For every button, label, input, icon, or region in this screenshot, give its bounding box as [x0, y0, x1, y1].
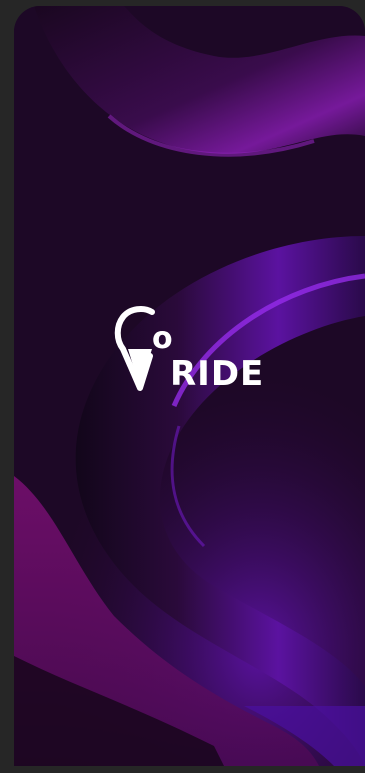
goride-logo: o RIDE: [114, 304, 274, 396]
logo-letter-o: o: [152, 321, 173, 356]
splash-screen: o RIDE: [14, 6, 365, 766]
logo-word-ride: RIDE: [170, 354, 265, 394]
page-background: o RIDE: [0, 0, 365, 773]
